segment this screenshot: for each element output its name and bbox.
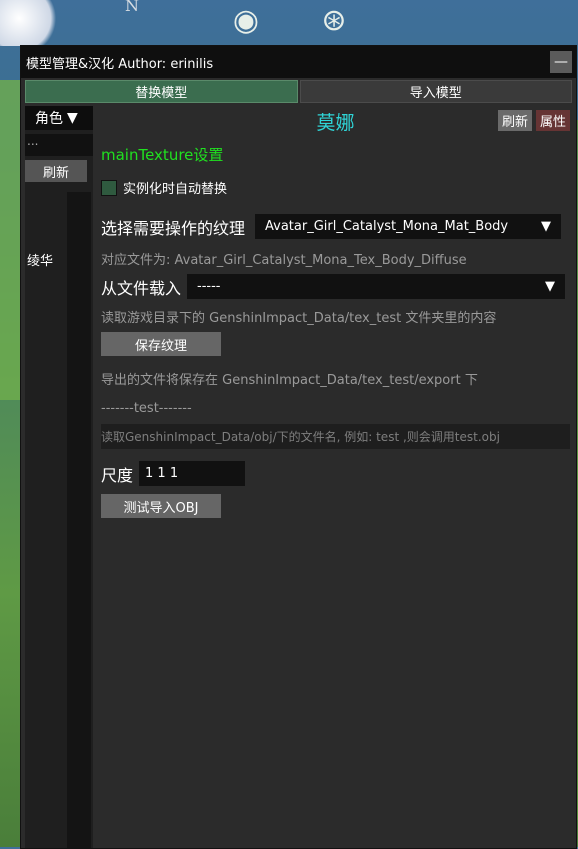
scale-label: 尺度: [101, 465, 134, 485]
load-file-row: 从文件载入 ----- ▼: [101, 274, 566, 299]
test-separator: -------test-------: [101, 401, 192, 416]
paimon-menu-icon[interactable]: [0, 0, 64, 46]
tab-bar: 替换模型 导入模型: [25, 80, 572, 103]
attributes-button[interactable]: 属性: [535, 110, 570, 131]
load-file-select[interactable]: ----- ▼: [187, 274, 566, 299]
texture-select-row: 选择需要操作的纹理 Avatar_Girl_Catalyst_Mona_Mat_…: [101, 214, 562, 239]
chevron-down-icon: ▼: [67, 110, 78, 126]
auto-replace-checkbox[interactable]: [101, 179, 117, 196]
compass-icon: N: [125, 0, 139, 15]
content-area: 角色 ▼ ... 刷新 绫华 莫娜 刷新 属性 mainTexture设置 实例…: [21, 104, 576, 848]
texture-settings-panel: 莫娜 刷新 属性 mainTexture设置 实例化时自动替换 选择需要操作的纹…: [101, 104, 570, 848]
auto-replace-label: 实例化时自动替换: [123, 182, 228, 197]
role-select-label: 角色: [35, 111, 63, 127]
scale-input[interactable]: 1 1 1: [139, 461, 246, 486]
auto-replace-row[interactable]: 实例化时自动替换: [101, 178, 227, 197]
minimize-button[interactable]: —: [550, 51, 572, 73]
texture-select-value: Avatar_Girl_Catalyst_Mona_Mat_Body: [265, 219, 509, 234]
chevron-down-icon: ▼: [541, 219, 552, 234]
role-select[interactable]: 角色 ▼: [25, 106, 93, 130]
window-titlebar[interactable]: 模型管理&汉化 Author: erinilis —: [21, 46, 576, 78]
waypoint-icon[interactable]: ◉: [222, 0, 270, 40]
section-title: mainTexture设置: [101, 146, 224, 164]
load-file-label: 从文件载入: [101, 278, 182, 298]
load-file-value: -----: [197, 279, 221, 294]
mod-manager-window: 模型管理&汉化 Author: erinilis — 替换模型 导入模型 角色 …: [20, 45, 577, 849]
obj-name-input[interactable]: 读取GenshinImpact_Data/obj/下的文件名, 例如: test…: [101, 424, 570, 449]
texture-select[interactable]: Avatar_Girl_Catalyst_Mona_Mat_Body ▼: [255, 214, 562, 239]
window-title: 模型管理&汉化 Author: erinilis: [26, 56, 214, 72]
save-texture-button[interactable]: 保存纹理: [101, 332, 221, 356]
load-hint: 读取游戏目录下的 GenshinImpact_Data/tex_test 文件夹…: [101, 311, 497, 326]
mapped-file-note: 对应文件为: Avatar_Girl_Catalyst_Mona_Tex_Bod…: [101, 253, 467, 268]
character-sidebar: 角色 ▼ ... 刷新 绫华: [25, 106, 93, 848]
search-input[interactable]: ...: [25, 134, 93, 156]
sidebar-scrollbar[interactable]: [67, 192, 91, 848]
scale-row: 尺度 1 1 1: [101, 461, 246, 486]
chevron-down-icon: ▼: [545, 279, 556, 294]
statue-icon[interactable]: ⊛: [310, 0, 358, 40]
test-import-obj-button[interactable]: 测试导入OBJ: [101, 494, 221, 518]
save-hint: 导出的文件将保存在 GenshinImpact_Data/tex_test/ex…: [101, 373, 478, 388]
header-buttons: 刷新 属性: [497, 110, 570, 131]
sidebar-item-ayaka[interactable]: 绫华: [27, 250, 53, 269]
texture-label: 选择需要操作的纹理: [101, 218, 246, 238]
tab-replace-model[interactable]: 替换模型: [25, 80, 298, 103]
sidebar-refresh-button[interactable]: 刷新: [25, 160, 87, 182]
tab-import-model[interactable]: 导入模型: [299, 80, 572, 103]
refresh-button[interactable]: 刷新: [497, 110, 532, 131]
